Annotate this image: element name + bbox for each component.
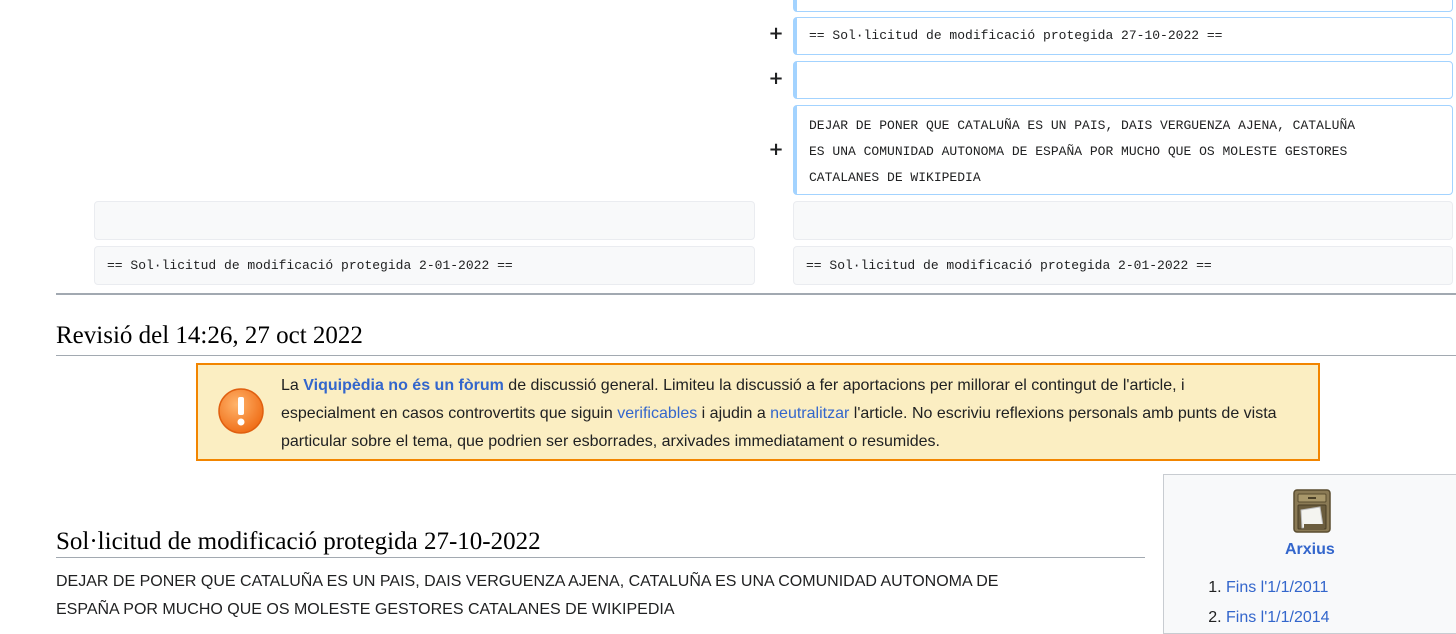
diff-added-body-line: ES UNA COMUNIDAD AUTONOMA DE ESPAÑA POR … [809,144,1348,159]
diff-added-heading: == Sol·licitud de modificació protegida … [793,17,1453,55]
archive-list-item: Fins l'1/1/2011 [1226,573,1330,603]
section-heading: Sol·licitud de modificació protegida 27-… [56,528,541,555]
diff-added-body-line: DEJAR DE PONER QUE CATALUÑA ES UN PAIS, … [809,118,1356,133]
archive-list-item: Fins l'1/1/2014 [1226,603,1330,633]
archive-link[interactable]: Fins l'1/1/2011 [1226,579,1328,596]
revision-heading: Revisió del 14:26, 27 oct 2022 [56,322,363,349]
archive-link[interactable]: Fins l'1/1/2014 [1226,609,1330,626]
section-heading-underline [56,557,1145,558]
diff-added-blank [793,61,1453,99]
archive-list: Fins l'1/1/2011 Fins l'1/1/2014 [1204,573,1330,633]
exclamation-icon [218,388,264,434]
diff-separator [56,293,1456,295]
diff-added-marker: + [768,23,784,44]
section-body-line: ESPAÑA POR MUCHO QUE OS MOLESTE GESTORES… [56,601,675,618]
archive-box: Arxius Fins l'1/1/2011 Fins l'1/1/2014 [1163,474,1456,634]
diff-context-right-heading: == Sol·licitud de modificació protegida … [793,246,1453,285]
forum-policy-link[interactable]: Viquipèdia no és un fòrum [303,377,504,394]
diff-added-heading-text: == Sol·licitud de modificació protegida … [809,28,1223,43]
diff-added-marker: + [768,139,784,160]
forum-notice: La Viquipèdia no és un fòrum de discussi… [196,363,1320,461]
diff-context-left-blank [94,201,755,240]
diff-added-body: DEJAR DE PONER QUE CATALUÑA ES UN PAIS, … [793,105,1453,195]
section-body-line: DEJAR DE PONER QUE CATALUÑA ES UN PAIS, … [56,573,999,590]
revision-heading-underline [56,355,1456,356]
verifiable-link[interactable]: verificables [617,405,697,422]
section-body: DEJAR DE PONER QUE CATALUÑA ES UN PAIS, … [56,568,1146,624]
notice-text: La Viquipèdia no és un fòrum de discussi… [281,377,1277,450]
filing-cabinet-icon [1293,489,1331,533]
neutrality-link[interactable]: neutralitzar [770,405,849,422]
diff-added-marker: + [768,68,784,89]
diff-added-body-line: CATALANES DE WIKIPEDIA [809,170,981,185]
diff-context-left-heading: == Sol·licitud de modificació protegida … [94,246,755,285]
diff-context-right-blank [793,201,1453,240]
archive-title-link[interactable]: Arxius [1285,541,1335,559]
diff-added-cell-partial [793,0,1453,12]
